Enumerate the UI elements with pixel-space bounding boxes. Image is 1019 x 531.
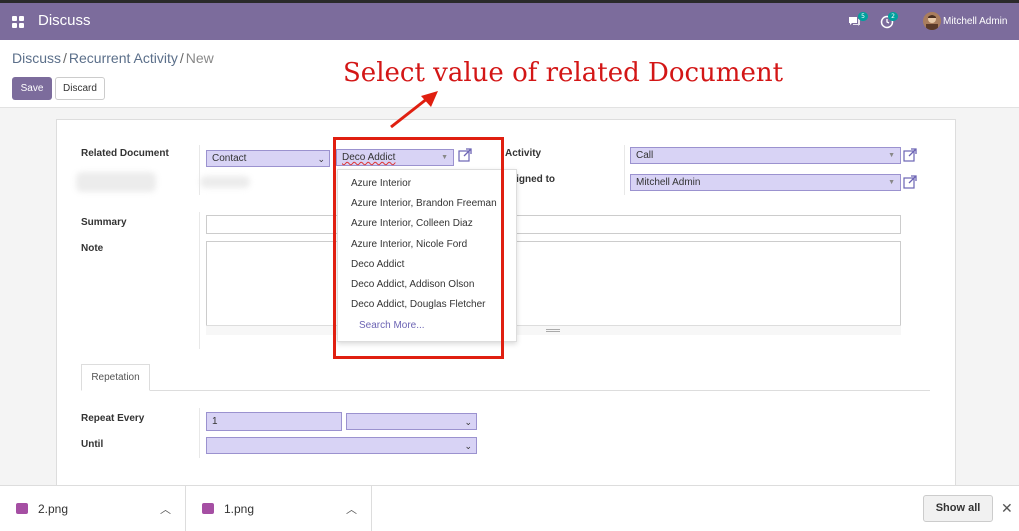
repeat-every-label: Repeat Every	[81, 413, 145, 424]
annotation-text: Select value of related Document	[343, 58, 784, 88]
downloads-bar: 2.png ︿ 1.png ︿ Show all ✕	[0, 485, 1019, 531]
until-label: Until	[81, 439, 104, 450]
summary-label: Summary	[81, 217, 127, 228]
until-select[interactable]: ⌄	[206, 437, 477, 454]
chevron-down-icon: ⌄	[464, 441, 472, 451]
activity-label: Activity	[505, 148, 542, 159]
apps-menu-icon[interactable]	[12, 16, 25, 29]
discard-button[interactable]: Discard	[55, 77, 105, 100]
summary-input[interactable]	[206, 215, 901, 234]
note-label: Note	[81, 243, 104, 254]
activity-select[interactable]: Call ▼	[630, 147, 901, 164]
highlight-box	[333, 137, 504, 359]
divider	[624, 145, 625, 195]
download-item[interactable]: 1.png ︿	[186, 486, 372, 531]
download-filename: 1.png	[224, 502, 255, 516]
close-icon[interactable]: ✕	[1001, 501, 1013, 517]
avatar[interactable]	[923, 12, 941, 30]
blurred-field	[200, 176, 250, 188]
breadcrumb-recurrent-activity[interactable]: Recurrent Activity	[69, 50, 178, 66]
image-file-icon	[202, 503, 214, 514]
top-navbar: Discuss 5 2 Mitchell Admin	[0, 0, 1019, 40]
model-select[interactable]: Contact ⌄	[206, 150, 330, 167]
divider	[199, 408, 200, 458]
chevron-up-icon[interactable]: ︿	[160, 501, 171, 517]
image-file-icon	[16, 503, 28, 514]
download-item[interactable]: 2.png ︿	[0, 486, 186, 531]
download-filename: 2.png	[38, 502, 69, 516]
assigned-to-select[interactable]: Mitchell Admin ▼	[630, 174, 901, 191]
chevron-up-icon[interactable]: ︿	[346, 501, 357, 517]
divider	[199, 145, 200, 195]
tab-repetation[interactable]: Repetation	[81, 364, 150, 391]
chat-badge: 5	[858, 12, 868, 21]
repeat-every-value: 1	[212, 416, 218, 427]
note-resize-bar[interactable]	[206, 325, 901, 335]
model-select-value: Contact	[212, 153, 247, 164]
activity-badge: 2	[888, 12, 898, 21]
chevron-down-icon: ⌄	[464, 417, 472, 427]
breadcrumb-discuss[interactable]: Discuss	[12, 50, 61, 66]
note-textarea[interactable]	[206, 241, 901, 335]
external-link-icon[interactable]	[903, 148, 917, 162]
user-name[interactable]: Mitchell Admin	[943, 16, 1007, 27]
save-button[interactable]: Save	[12, 77, 52, 100]
chevron-down-icon: ⌄	[317, 154, 325, 164]
divider	[199, 212, 200, 349]
caret-down-icon: ▼	[888, 179, 895, 186]
activity-select-value: Call	[636, 150, 654, 161]
tab-divider	[81, 390, 930, 391]
related-document-label: Related Document	[81, 148, 169, 159]
breadcrumb-current: New	[185, 50, 214, 66]
breadcrumb: Discuss / Recurrent Activity / New	[12, 50, 214, 66]
resize-handle-icon[interactable]	[546, 329, 560, 332]
external-link-icon[interactable]	[903, 175, 917, 189]
repeat-unit-select[interactable]: ⌄	[346, 413, 477, 430]
blurred-field	[76, 172, 156, 192]
app-title[interactable]: Discuss	[38, 12, 91, 29]
annotation-arrow-icon	[390, 91, 438, 129]
show-all-button[interactable]: Show all	[923, 495, 993, 522]
assigned-to-value: Mitchell Admin	[636, 177, 701, 188]
repeat-every-input[interactable]: 1	[206, 412, 342, 431]
caret-down-icon: ▼	[888, 152, 895, 159]
